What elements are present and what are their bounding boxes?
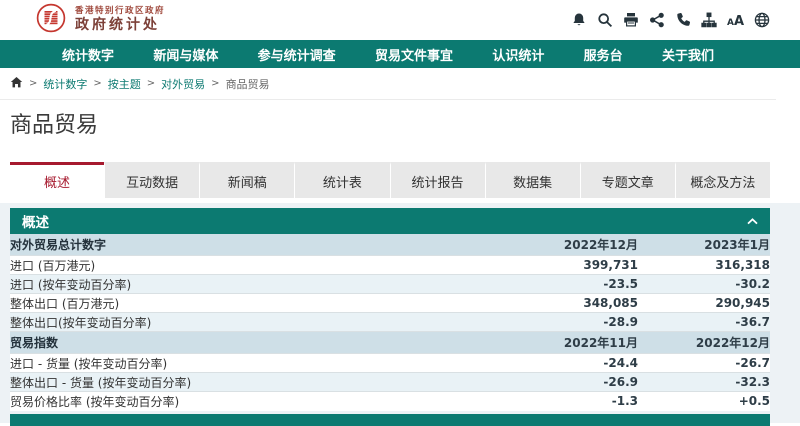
breadcrumb-link-by-subject[interactable]: 按主题 xyxy=(108,76,141,92)
breadcrumb-bar: > 统计数字 > 按主题 > 对外贸易 > 商品贸易 xyxy=(0,68,776,100)
row-value-2: 290,945 xyxy=(638,294,770,313)
tab-datasets[interactable]: 数据集 xyxy=(485,162,580,198)
search-icon[interactable] xyxy=(597,12,613,28)
phone-icon[interactable] xyxy=(675,12,691,28)
overview-section-header[interactable]: 概述 xyxy=(10,208,770,234)
row-value-2: -36.7 xyxy=(638,313,770,332)
row-label: 进口 - 货量 (按年变动百分率) xyxy=(10,354,498,373)
bell-icon[interactable] xyxy=(571,12,587,28)
row-value-1: -26.9 xyxy=(498,373,638,392)
tab-press-releases[interactable]: 新闻稿 xyxy=(199,162,294,198)
breadcrumb: > 统计数字 > 按主题 > 对外贸易 > 商品贸易 xyxy=(0,68,776,99)
table-row: 整体出口(按年变动百分率) -28.9 -36.7 xyxy=(10,313,770,332)
row-value-1: 399,731 xyxy=(498,256,638,275)
home-icon[interactable] xyxy=(10,76,23,92)
tab-bar: 概述 互动数据 新闻稿 统计表 统计报告 数据集 专题文章 概念及方法 xyxy=(10,162,770,198)
share-icon[interactable] xyxy=(649,12,665,28)
group-header-label: 贸易指数 xyxy=(10,332,498,354)
trade-statistics-table: 对外贸易总计数字 2022年12月 2023年1月 进口 (百万港元) 399,… xyxy=(10,234,770,411)
table-row: 整体出口 (百万港元) 348,085 290,945 xyxy=(10,294,770,313)
row-label: 整体出口(按年变动百分率) xyxy=(10,313,498,332)
table-group-header: 对外贸易总计数字 2022年12月 2023年1月 xyxy=(10,234,770,256)
breadcrumb-separator: > xyxy=(29,78,37,89)
row-value-2: +0.5 xyxy=(638,392,770,411)
group-header-col1: 2022年12月 xyxy=(498,234,638,256)
row-value-1: 348,085 xyxy=(498,294,638,313)
row-value-2: -26.7 xyxy=(638,354,770,373)
nav-item-about-statistics[interactable]: 认识统计 xyxy=(492,45,544,64)
breadcrumb-separator: > xyxy=(211,78,219,89)
tab-feature-articles[interactable]: 专题文章 xyxy=(580,162,675,198)
group-header-col1: 2022年11月 xyxy=(498,332,638,354)
next-section-header-collapsed[interactable] xyxy=(10,414,770,426)
language-globe-icon[interactable] xyxy=(754,12,770,28)
row-value-1: -24.4 xyxy=(498,354,638,373)
tab-interactive-data[interactable]: 互动数据 xyxy=(104,162,199,198)
group-header-col2: 2022年12月 xyxy=(638,332,770,354)
nav-item-trade-documents[interactable]: 贸易文件事宜 xyxy=(375,45,453,64)
sitemap-icon[interactable] xyxy=(701,12,717,28)
nav-item-news-media[interactable]: 新闻与媒体 xyxy=(153,45,218,64)
group-header-label: 对外贸易总计数字 xyxy=(10,234,498,256)
top-bar: 香港特别行政区政府 政府统计处 AA xyxy=(0,0,800,40)
breadcrumb-separator: > xyxy=(93,78,101,89)
tab-overview[interactable]: 概述 xyxy=(10,162,104,198)
nav-item-surveys[interactable]: 参与统计调查 xyxy=(258,45,336,64)
table-row: 进口 (百万港元) 399,731 316,318 xyxy=(10,256,770,275)
row-label: 贸易价格比率 (按年变动百分率) xyxy=(10,392,498,411)
logo-text: 香港特别行政区政府 政府统计处 xyxy=(75,6,165,34)
breadcrumb-link-statistics[interactable]: 统计数字 xyxy=(43,76,87,92)
main-nav: 统计数字 新闻与媒体 参与统计调查 贸易文件事宜 认识统计 服务台 关于我们 xyxy=(0,40,800,68)
table-row: 进口 (按年变动百分率) -23.5 -30.2 xyxy=(10,275,770,294)
page-title: 商品贸易 xyxy=(10,112,800,141)
row-label: 整体出口 - 货量 (按年变动百分率) xyxy=(10,373,498,392)
utility-icons: AA xyxy=(571,12,770,28)
nav-item-about-us[interactable]: 关于我们 xyxy=(662,45,714,64)
row-label: 进口 (百万港元) xyxy=(10,256,498,275)
group-header-col2: 2023年1月 xyxy=(638,234,770,256)
overview-section-title: 概述 xyxy=(22,211,49,231)
chevron-up-icon[interactable] xyxy=(747,213,758,229)
table-row: 进口 - 货量 (按年变动百分率) -24.4 -26.7 xyxy=(10,354,770,373)
breadcrumb-link-external-trade[interactable]: 对外贸易 xyxy=(161,76,205,92)
row-label: 整体出口 (百万港元) xyxy=(10,294,498,313)
tab-statistical-tables[interactable]: 统计表 xyxy=(294,162,389,198)
row-label: 进口 (按年变动百分率) xyxy=(10,275,498,294)
print-icon[interactable] xyxy=(623,12,639,28)
tab-concepts-methods[interactable]: 概念及方法 xyxy=(675,162,770,198)
row-value-1: -1.3 xyxy=(498,392,638,411)
row-value-1: -23.5 xyxy=(498,275,638,294)
table-group-header: 贸易指数 2022年11月 2022年12月 xyxy=(10,332,770,354)
breadcrumb-current: 商品贸易 xyxy=(226,76,270,92)
table-row: 贸易价格比率 (按年变动百分率) -1.3 +0.5 xyxy=(10,392,770,411)
censtatd-logo-icon xyxy=(36,3,66,37)
overview-section: 概述 对外贸易总计数字 2022年12月 2023年1月 进口 (百万港元) 3… xyxy=(0,203,800,423)
row-value-1: -28.9 xyxy=(498,313,638,332)
breadcrumb-separator: > xyxy=(147,78,155,89)
logo-line2: 政府统计处 xyxy=(75,17,165,35)
row-value-2: 316,318 xyxy=(638,256,770,275)
logo-line1: 香港特别行政区政府 xyxy=(75,6,165,17)
nav-item-statistics[interactable]: 统计数字 xyxy=(62,45,114,64)
row-value-2: -30.2 xyxy=(638,275,770,294)
nav-item-service-desk[interactable]: 服务台 xyxy=(584,45,623,64)
tab-statistical-reports[interactable]: 统计报告 xyxy=(390,162,485,198)
font-size-icon[interactable]: AA xyxy=(727,12,744,28)
table-row: 整体出口 - 货量 (按年变动百分率) -26.9 -32.3 xyxy=(10,373,770,392)
row-value-2: -32.3 xyxy=(638,373,770,392)
censtatd-logo[interactable]: 香港特别行政区政府 政府统计处 xyxy=(36,3,165,37)
